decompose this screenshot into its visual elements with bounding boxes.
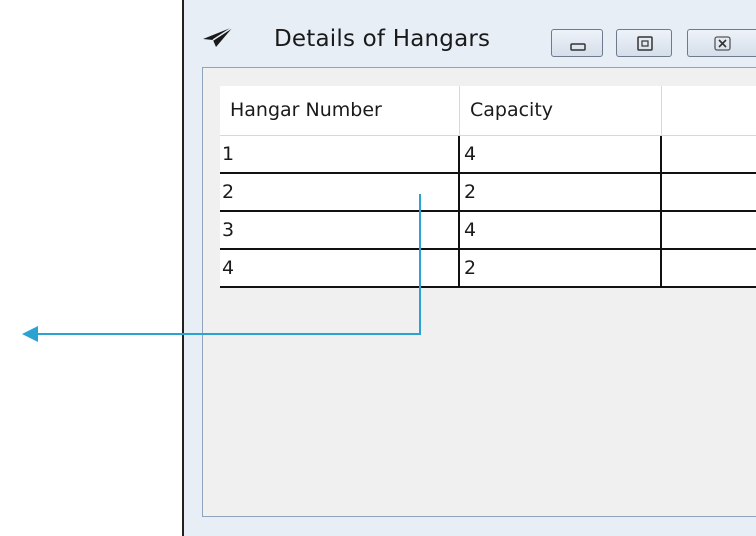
cell-capacity[interactable]: 4 xyxy=(462,136,661,172)
window-title: Details of Hangars xyxy=(274,26,491,52)
minimize-button[interactable] xyxy=(551,29,603,57)
cell-divider xyxy=(660,136,662,172)
hangar-details-window: Details of Hangars Hangar Number Capacit… xyxy=(182,0,756,536)
cell-divider xyxy=(660,212,662,248)
cell-capacity[interactable]: 4 xyxy=(462,212,661,248)
column-header-capacity[interactable]: Capacity xyxy=(460,86,661,135)
cell-capacity[interactable]: 2 xyxy=(462,174,661,210)
client-area: Hangar Number Capacity 1 4 2 2 3 4 4 2 xyxy=(202,67,756,517)
cell-divider xyxy=(458,250,460,286)
maximize-icon xyxy=(637,36,653,51)
close-icon xyxy=(714,36,731,51)
cell-divider xyxy=(458,136,460,172)
cell-hangar-number[interactable]: 1 xyxy=(220,136,459,172)
column-header-hangar-number[interactable]: Hangar Number xyxy=(220,86,459,135)
cell-divider xyxy=(660,250,662,286)
maximize-button[interactable] xyxy=(616,29,672,57)
cell-capacity[interactable]: 2 xyxy=(462,250,661,286)
paper-plane-icon xyxy=(203,26,234,47)
cell-divider xyxy=(660,174,662,210)
grid-header-row: Hangar Number Capacity xyxy=(220,86,756,136)
table-row[interactable]: 2 2 xyxy=(220,174,756,212)
cell-divider xyxy=(458,174,460,210)
table-row[interactable]: 1 4 xyxy=(220,136,756,174)
minimize-icon xyxy=(570,43,586,51)
cell-hangar-number[interactable]: 3 xyxy=(220,212,459,248)
column-separator[interactable] xyxy=(661,86,662,135)
screenshot-stage: Details of Hangars Hangar Number Capacit… xyxy=(0,0,756,536)
table-row[interactable]: 4 2 xyxy=(220,250,756,288)
title-bar[interactable]: Details of Hangars xyxy=(184,0,756,62)
cell-hangar-number[interactable]: 2 xyxy=(220,174,459,210)
close-button[interactable] xyxy=(687,29,756,57)
cell-divider xyxy=(458,212,460,248)
cell-hangar-number[interactable]: 4 xyxy=(220,250,459,286)
table-row[interactable]: 3 4 xyxy=(220,212,756,250)
